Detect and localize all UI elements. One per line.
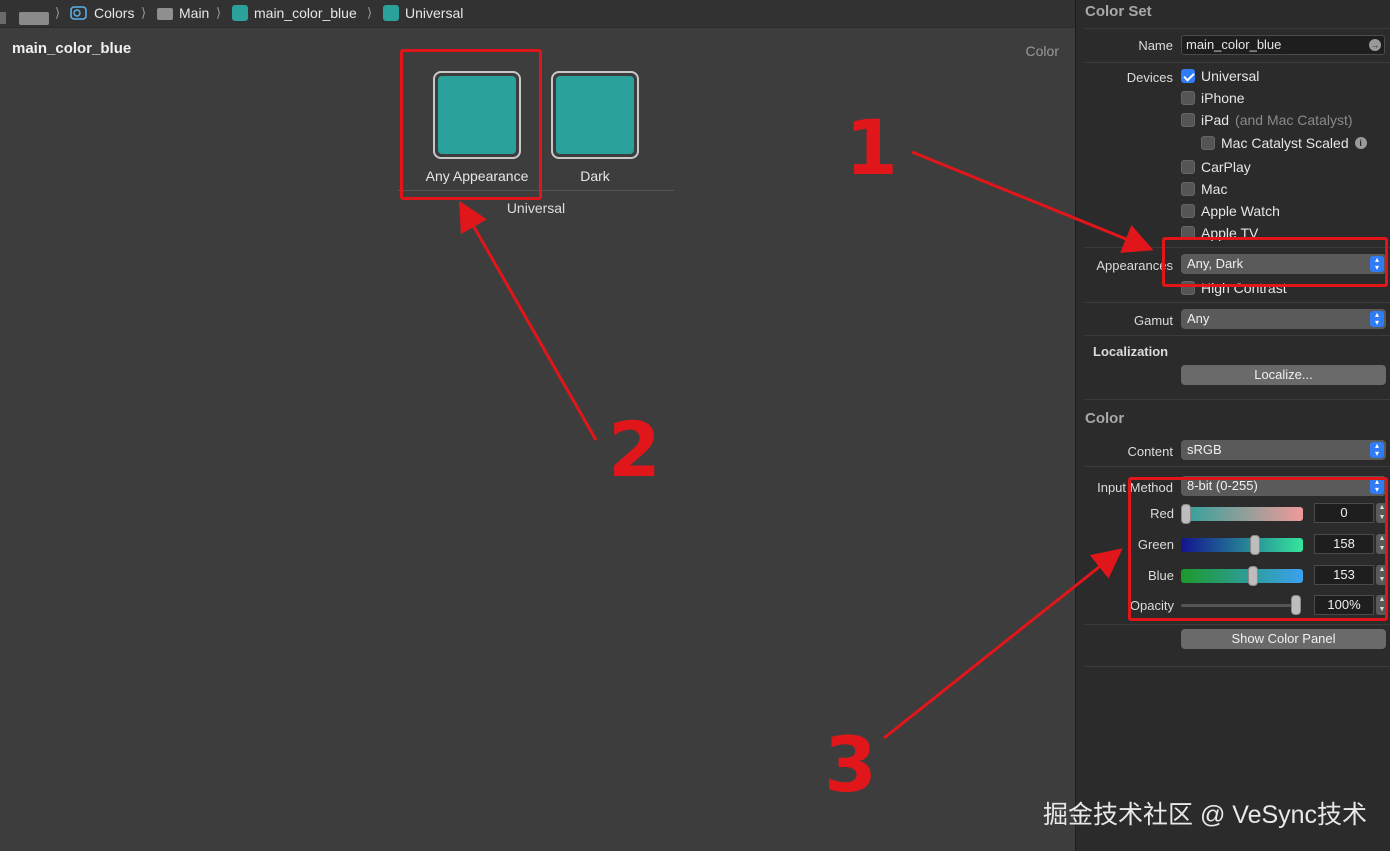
color-swatch-icon: [383, 5, 399, 21]
breadcrumb-label: Colors: [94, 5, 135, 21]
divider: [1085, 466, 1390, 467]
checkbox-label: Universal: [1201, 68, 1260, 84]
breadcrumb-label: Main: [179, 5, 210, 21]
chevron-right-icon: ⟩: [55, 5, 61, 20]
device-mac-checkbox[interactable]: Mac: [1181, 181, 1227, 197]
breadcrumb-label: main_color_blue: [254, 5, 357, 21]
breadcrumb-item-main[interactable]: Main: [157, 5, 209, 21]
divider: [1085, 28, 1390, 29]
sidebar-edge: [0, 12, 6, 24]
annotation-number-3: 3: [824, 720, 877, 809]
checkbox-label: Mac Catalyst Scaled: [1221, 135, 1349, 151]
breadcrumb-item-universal[interactable]: Universal: [383, 5, 463, 21]
go-arrow-icon[interactable]: →: [1369, 39, 1381, 51]
chevron-right-icon: ⟩: [216, 5, 222, 20]
checkbox-label: Mac: [1201, 181, 1228, 197]
content-popup[interactable]: sRGB ▴ ▾: [1181, 440, 1386, 460]
chevron-right-icon: ⟩: [141, 5, 147, 20]
breadcrumb-item-colors[interactable]: Colors: [70, 5, 134, 21]
swatch-fill: [556, 76, 634, 154]
show-color-panel-button[interactable]: Show Color Panel: [1181, 629, 1386, 649]
swatch-label-dark: Dark: [580, 168, 610, 184]
checkbox-icon: [1181, 91, 1195, 105]
divider: [1085, 62, 1390, 63]
breadcrumb: ⟩ Colors ⟩ Main ⟩ main_color_blue ⟩ Univ…: [0, 0, 1075, 28]
annotation-box-1: [1162, 237, 1388, 287]
attributes-inspector: Color Set Name main_color_blue → Devices…: [1075, 0, 1390, 851]
divider: [1085, 624, 1390, 625]
divider: [1085, 666, 1390, 667]
checkbox-icon: [1181, 204, 1195, 218]
checkbox-icon: [1181, 182, 1195, 196]
editor-kind-label: Color: [1025, 43, 1059, 59]
devices-label: Devices: [1126, 70, 1173, 85]
checkbox-label: Apple Watch: [1201, 203, 1280, 219]
annotation-number-1: 1: [845, 103, 898, 192]
name-field[interactable]: main_color_blue →: [1181, 35, 1385, 55]
checkbox-label: iPad: [1201, 112, 1230, 128]
device-universal-checkbox[interactable]: Universal: [1181, 68, 1259, 84]
section-title-color: Color: [1085, 410, 1125, 427]
watermark: 掘金技术社区 @ VeSync技术: [1043, 801, 1368, 829]
content-label: Content: [1127, 444, 1173, 459]
nav-back-button[interactable]: [19, 12, 49, 25]
info-icon[interactable]: i: [1354, 137, 1367, 149]
device-iphone-checkbox[interactable]: iPhone: [1181, 90, 1245, 106]
device-carplay-checkbox[interactable]: CarPlay: [1181, 159, 1251, 175]
gamut-label: Gamut: [1133, 313, 1173, 328]
annotation-box-3: [1128, 477, 1388, 621]
annotation-box-2: [400, 49, 542, 200]
checkbox-label: iPhone: [1201, 90, 1245, 106]
divider: [1085, 399, 1390, 400]
chevron-right-icon: ⟩: [367, 5, 373, 20]
divider: [1085, 302, 1390, 303]
checkbox-label: CarPlay: [1201, 159, 1251, 175]
checkbox-icon: [1181, 113, 1195, 127]
popup-value: sRGB: [1187, 442, 1222, 457]
device-mac-catalyst-scaled-checkbox[interactable]: Mac Catalyst Scaled i: [1201, 135, 1367, 151]
localize-button[interactable]: Localize...: [1181, 365, 1386, 385]
arrow-2: [459, 200, 598, 441]
gamut-popup[interactable]: Any ▴ ▾: [1181, 309, 1386, 329]
popup-arrows-icon: ▴ ▾: [1370, 442, 1384, 458]
asset-catalog-icon: [70, 6, 87, 20]
editor-title: main_color_blue: [12, 40, 132, 57]
breadcrumb-item-color-set[interactable]: main_color_blue: [232, 5, 357, 21]
swatch-dark[interactable]: [551, 71, 639, 159]
popup-value: Any: [1187, 311, 1210, 326]
annotation-number-2: 2: [608, 405, 661, 494]
folder-icon: [157, 8, 173, 20]
checkbox-icon: [1181, 160, 1195, 174]
checkbox-icon: [1201, 136, 1215, 150]
checkbox-suffix: (and Mac Catalyst): [1235, 112, 1353, 128]
checkbox-checked-icon: [1181, 69, 1195, 83]
localization-label: Localization: [1093, 344, 1169, 359]
section-title-color-set: Color Set: [1085, 3, 1152, 20]
popup-arrows-icon: ▴ ▾: [1370, 311, 1384, 327]
group-label: Universal: [506, 200, 566, 216]
name-value: main_color_blue: [1186, 37, 1282, 52]
name-label: Name: [1138, 38, 1173, 53]
device-apple-watch-checkbox[interactable]: Apple Watch: [1181, 203, 1280, 219]
color-swatch-icon: [232, 5, 248, 21]
divider: [1085, 335, 1390, 336]
breadcrumb-label: Universal: [405, 5, 464, 21]
device-ipad-checkbox[interactable]: iPad (and Mac Catalyst): [1181, 112, 1353, 128]
